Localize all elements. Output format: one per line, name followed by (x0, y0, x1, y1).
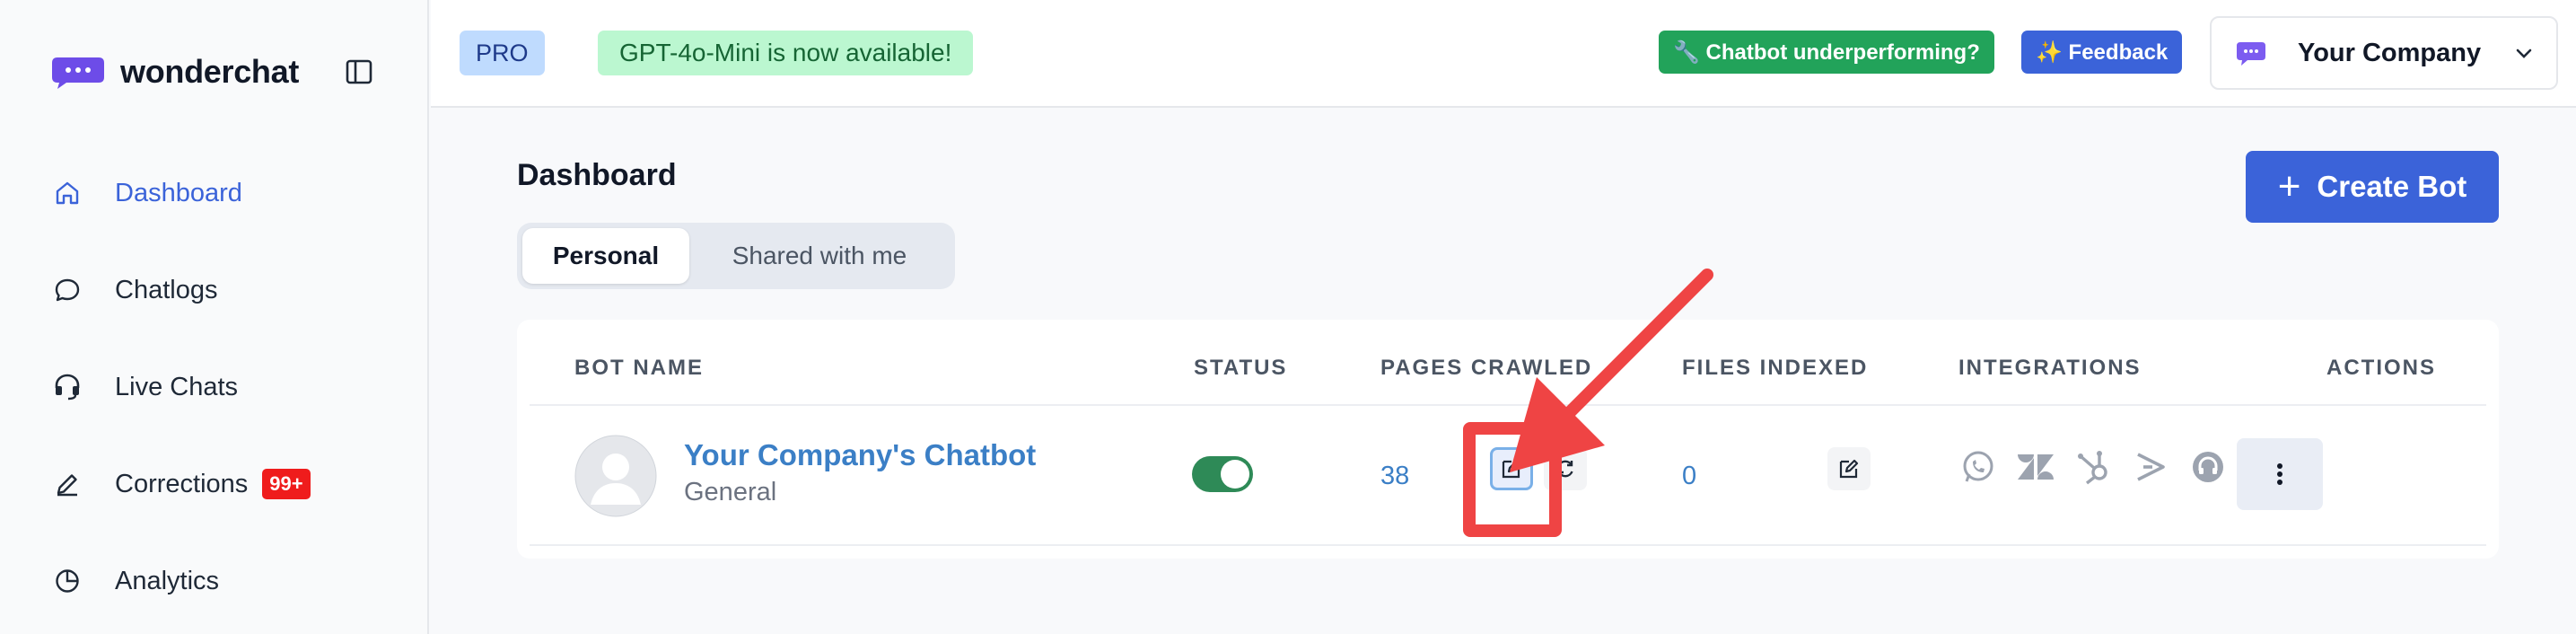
row-actions-button[interactable] (2237, 438, 2323, 510)
row-divider (530, 544, 2486, 546)
support-icon[interactable] (2186, 445, 2230, 489)
pages-crawled-count[interactable]: 38 (1380, 462, 1409, 491)
sidebar-item-label: Live Chats (115, 372, 239, 401)
hubspot-icon[interactable] (2072, 445, 2115, 489)
forward-icon[interactable] (2129, 445, 2172, 489)
bot-name-link[interactable]: Your Company's Chatbot (684, 438, 1036, 472)
sidebar-item-chatlogs[interactable]: Chatlogs (52, 259, 393, 321)
column-header-status: STATUS (1194, 356, 1288, 380)
more-vertical-icon (2277, 463, 2282, 485)
sidebar-item-live-chats[interactable]: Live Chats (52, 356, 393, 418)
headset-icon (52, 372, 83, 402)
corrections-count-badge: 99+ (262, 469, 311, 499)
page-title: Dashboard (517, 158, 677, 192)
wonderchat-logo-icon (52, 57, 104, 89)
column-header-actions: ACTIONS (2326, 356, 2436, 380)
chat-bubble-icon (52, 275, 83, 305)
underperforming-button[interactable]: 🔧 Chatbot underperforming? (1659, 31, 1994, 74)
pie-chart-icon (52, 566, 83, 596)
tab-personal[interactable]: Personal (522, 228, 689, 284)
zendesk-icon[interactable] (2014, 445, 2057, 489)
company-chat-icon (2237, 42, 2265, 66)
edit-icon (1839, 459, 1859, 479)
ownership-tabs: Personal Shared with me (517, 223, 955, 289)
sidebar-nav: Dashboard Chatlogs Live Chats Correction… (52, 162, 393, 612)
sidebar: wonderchat Dashboard Chatlogs Live Chats (0, 0, 429, 634)
feedback-button[interactable]: ✨ Feedback (2021, 31, 2183, 74)
sidebar-item-dashboard[interactable]: Dashboard (52, 162, 393, 225)
edit-files-button[interactable] (1827, 447, 1871, 490)
bot-avatar (574, 435, 657, 517)
sidebar-item-label: Corrections (115, 469, 249, 498)
sidebar-item-corrections[interactable]: Corrections 99+ (52, 453, 393, 515)
bot-status-toggle[interactable] (1192, 456, 1253, 492)
create-bot-button[interactable]: + Create Bot (2246, 151, 2499, 223)
bot-category: General (684, 478, 777, 506)
create-bot-label: Create Bot (2317, 170, 2467, 203)
sidebar-item-label: Chatlogs (115, 275, 218, 304)
sidebar-item-analytics[interactable]: Analytics (52, 550, 393, 612)
company-switcher[interactable]: Your Company (2210, 16, 2558, 90)
column-header-integrations: INTEGRATIONS (1958, 356, 2142, 380)
home-icon (52, 178, 83, 208)
plus-icon: + (2277, 164, 2301, 208)
topbar: PRO GPT-4o-Mini is now available! 🔧 Chat… (431, 0, 2576, 108)
brand-name: wonderchat (120, 53, 300, 90)
tab-shared-with-me[interactable]: Shared with me (689, 228, 950, 284)
sidebar-item-label: Dashboard (115, 178, 242, 207)
annotation-arrow-icon (1510, 269, 1713, 472)
plan-badge: PRO (460, 31, 545, 75)
column-header-bot-name: BOT NAME (574, 356, 704, 380)
company-name: Your Company (2298, 38, 2482, 67)
sidebar-toggle-icon[interactable] (345, 57, 373, 86)
announcement-banner: GPT-4o-Mini is now available! (598, 31, 974, 75)
pen-icon (52, 469, 83, 499)
sidebar-item-label: Analytics (115, 566, 220, 595)
whatsapp-icon[interactable] (1957, 445, 2000, 489)
brand[interactable]: wonderchat (50, 52, 299, 92)
chevron-down-icon (2516, 48, 2532, 58)
